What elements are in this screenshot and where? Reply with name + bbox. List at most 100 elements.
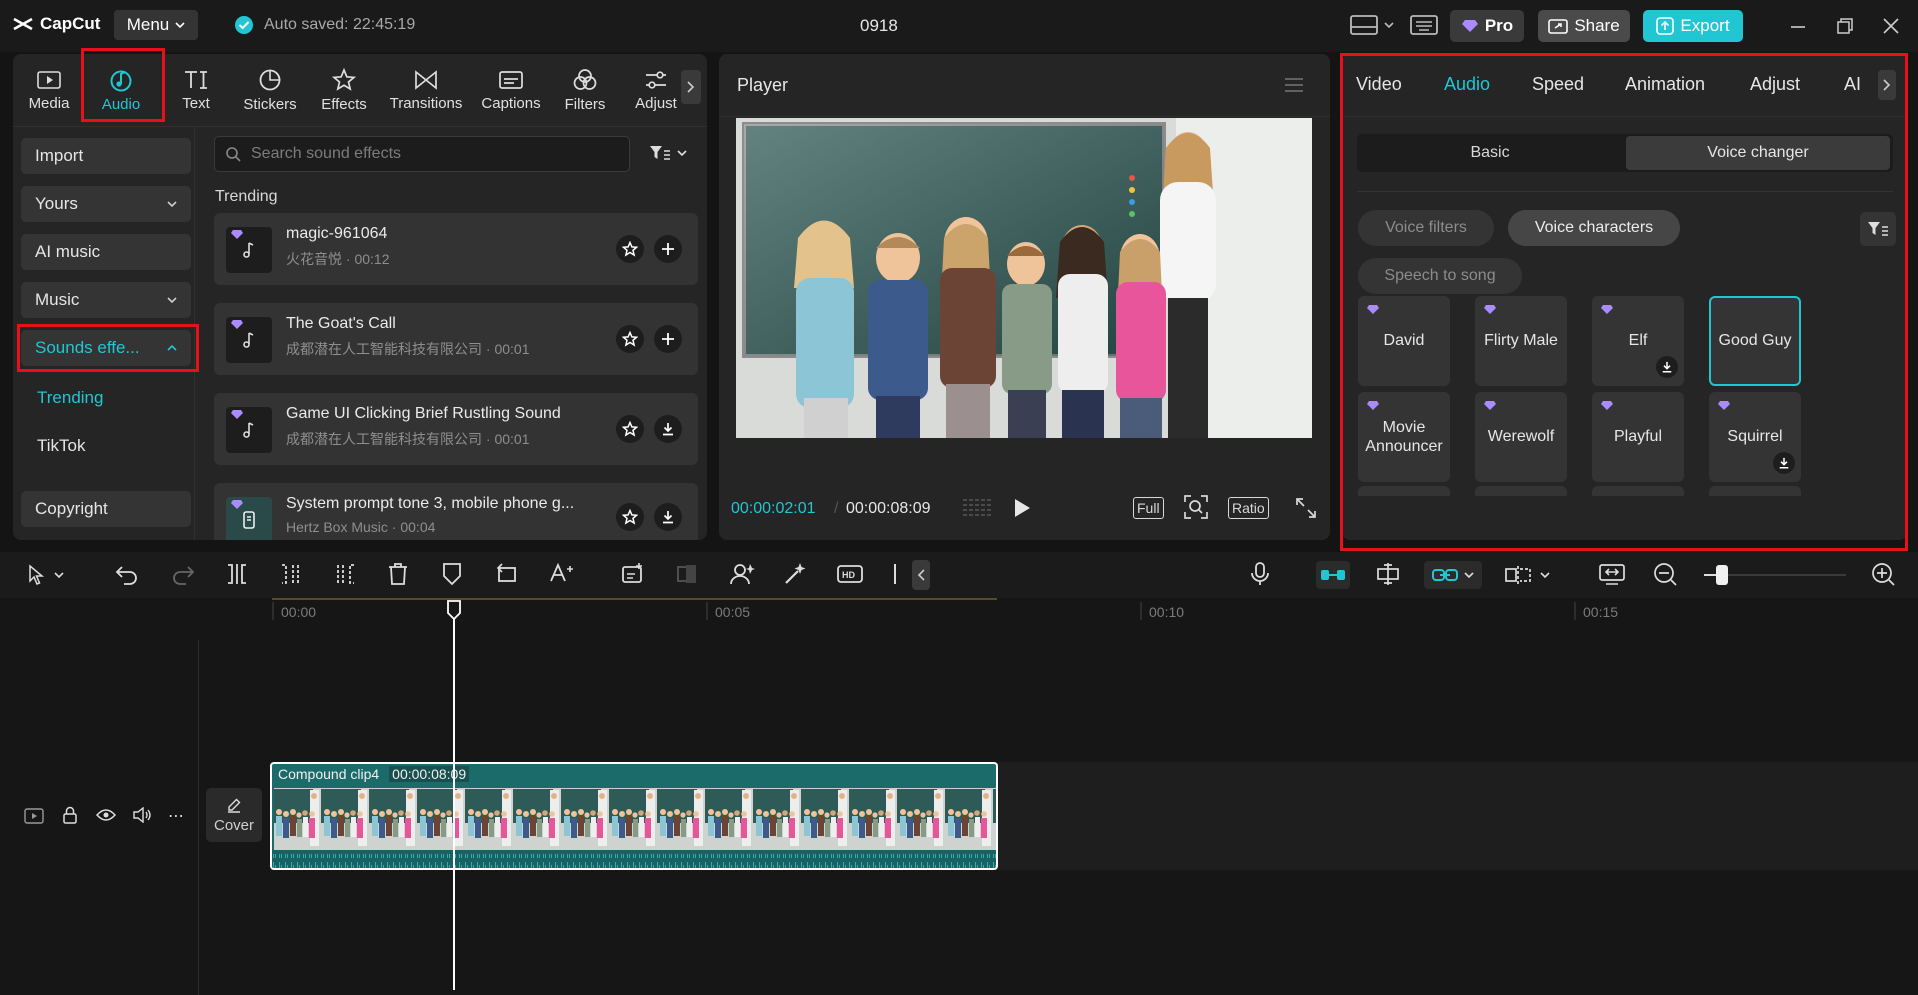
crop-button[interactable] [494, 561, 522, 589]
zoom-slider-handle[interactable] [1716, 565, 1728, 585]
nav-trending[interactable]: Trending [37, 388, 103, 408]
player-menu-button[interactable] [1283, 76, 1305, 94]
tool-media[interactable]: Media [14, 62, 84, 118]
player-title: Player [737, 75, 789, 95]
nav-copyright[interactable]: Copyright [21, 491, 191, 527]
toolbar-scroll-right[interactable] [681, 70, 701, 104]
maximize-button[interactable] [1836, 17, 1854, 35]
mute-track-button[interactable] [132, 807, 152, 823]
timeline-ruler[interactable] [272, 598, 1918, 622]
playhead-handle[interactable] [446, 600, 462, 620]
pro-button[interactable]: Pro [1450, 10, 1524, 42]
add-media-button[interactable] [620, 561, 648, 589]
svg-text:HD: HD [842, 570, 855, 580]
favorite-button[interactable] [616, 235, 644, 263]
minimize-button[interactable] [1788, 18, 1808, 34]
main-track-magnet-button[interactable] [1316, 561, 1350, 589]
adjust-icon [646, 70, 666, 89]
hide-track-button[interactable] [96, 808, 116, 822]
split-button[interactable] [224, 561, 252, 589]
tool-stickers[interactable]: Stickers [235, 62, 305, 118]
redo-icon [173, 566, 195, 585]
auto-adjust-button[interactable] [548, 561, 576, 589]
select-tool[interactable] [26, 564, 64, 586]
tool-filters[interactable]: Filters [550, 62, 620, 118]
chevron-down-icon [54, 572, 64, 578]
linkage-button[interactable] [1424, 561, 1482, 589]
layout-button[interactable] [1350, 14, 1394, 36]
list-item[interactable]: System prompt tone 3, mobile phone g... … [214, 483, 698, 540]
nav-import[interactable]: Import [21, 138, 191, 174]
chevron-left-icon [917, 569, 925, 581]
tool-captions[interactable]: Captions [471, 62, 551, 118]
undo-button[interactable] [114, 561, 142, 589]
download-button[interactable] [654, 415, 682, 443]
list-item[interactable]: The Goat's Call 成都潜在人工智能科技有限公司 · 00:01 [214, 303, 698, 375]
zoom-in-icon [1872, 563, 1895, 586]
delete-button[interactable] [386, 561, 414, 589]
search-input[interactable]: Search sound effects [214, 136, 630, 172]
crop-rotate-icon [496, 563, 516, 582]
menu-button[interactable]: Menu [114, 10, 198, 40]
tool-effects[interactable]: Effects [309, 62, 379, 118]
nav-music[interactable]: Music [21, 282, 191, 318]
remove-background-button[interactable] [728, 561, 756, 589]
nav-tiktok[interactable]: TikTok [37, 436, 86, 456]
current-time: 00:00:02:01 [731, 500, 816, 517]
close-button[interactable] [1882, 17, 1900, 35]
chevron-down-icon [677, 150, 687, 156]
redo-button[interactable] [170, 561, 198, 589]
download-button[interactable] [654, 503, 682, 531]
freeze-button[interactable] [674, 561, 702, 589]
zoom-fit-button[interactable] [1183, 494, 1209, 520]
tool-transitions[interactable]: Transitions [383, 62, 469, 118]
pro-gem-icon [231, 320, 243, 329]
favorite-button[interactable] [616, 503, 644, 531]
time-separator: / [834, 500, 839, 517]
trim-right-button[interactable] [332, 561, 360, 589]
video-track-icon [24, 808, 44, 824]
list-item[interactable]: Game UI Clicking Brief Rustling Sound 成都… [214, 393, 698, 465]
export-button[interactable]: Export [1643, 10, 1743, 42]
download-icon [663, 511, 673, 524]
hd-quality-button[interactable]: HD [836, 561, 864, 589]
expand-button[interactable] [1294, 496, 1318, 520]
trim-left-button[interactable] [278, 561, 306, 589]
sort-filter-button[interactable] [649, 144, 687, 162]
nav-yours[interactable]: Yours [21, 186, 191, 222]
auto-snap-button[interactable] [1374, 561, 1402, 589]
compound-clip[interactable]: Compound clip4 00:00:08:09 [270, 762, 998, 870]
nav-ai-music[interactable]: AI music [21, 234, 191, 270]
cursor-icon [29, 564, 45, 585]
preview-axis-button[interactable] [1504, 563, 1550, 587]
aspect-ratio-button[interactable]: Ratio [1228, 497, 1269, 519]
play-button[interactable] [1011, 496, 1033, 520]
record-voice-button[interactable] [1248, 561, 1276, 589]
chevron-down-icon [1540, 572, 1550, 578]
ruler-label: 00:05 [715, 604, 751, 620]
tool-text[interactable]: Text [161, 62, 231, 118]
video-preview[interactable] [736, 118, 1312, 438]
tool-adjust[interactable]: Adjust [621, 62, 683, 118]
playhead-line[interactable] [453, 618, 455, 990]
fullscreen-quality-button[interactable]: Full [1133, 497, 1164, 519]
add-button[interactable] [654, 325, 682, 353]
zoom-out-button[interactable] [1652, 561, 1680, 589]
track-more-icon[interactable]: ⋯ [168, 806, 184, 826]
fit-timeline-button[interactable] [1598, 561, 1626, 589]
waveform-toggle[interactable] [961, 496, 995, 520]
lock-track-button[interactable] [62, 806, 78, 824]
list-item[interactable]: magic-961064 火花音悦 · 00:12 [214, 213, 698, 285]
share-button[interactable]: Share [1538, 10, 1630, 42]
add-button[interactable] [654, 235, 682, 263]
keyboard-shortcuts-button[interactable] [1410, 14, 1438, 36]
cover-button[interactable]: Cover [206, 788, 262, 842]
zoom-in-button[interactable] [1870, 561, 1898, 589]
favorite-button[interactable] [616, 415, 644, 443]
zoom-fit-icon [1184, 495, 1208, 519]
restore-icon [1837, 18, 1853, 34]
favorite-button[interactable] [616, 325, 644, 353]
magic-enhance-button[interactable] [782, 561, 810, 589]
marker-button[interactable] [440, 561, 468, 589]
toolbar-collapse-button[interactable] [912, 560, 930, 590]
